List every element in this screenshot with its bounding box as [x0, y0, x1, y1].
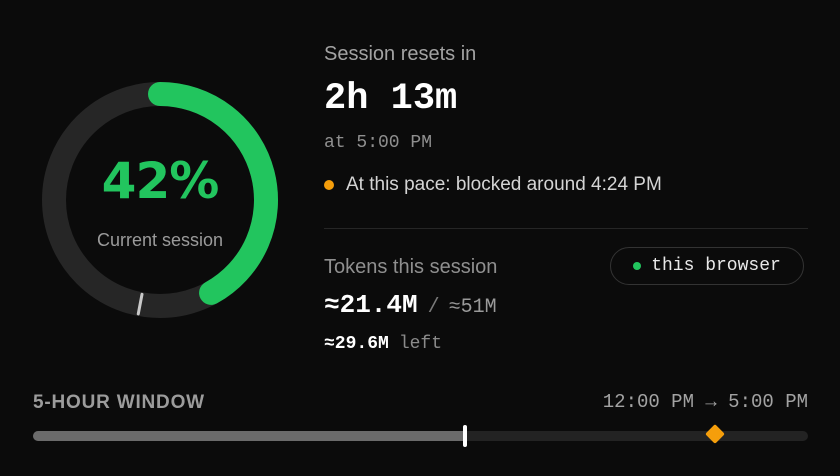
window-range: 12:00 PM → 5:00 PM — [602, 391, 808, 413]
now-marker — [462, 425, 467, 447]
tokens-separator: / — [427, 296, 440, 319]
tokens-left-suffix: left — [398, 334, 443, 354]
window-elapsed-fill — [33, 431, 465, 441]
pace-warning-text: At this pace: blocked around 4:24 PM — [346, 174, 662, 195]
tokens-used: ≈21.4M — [324, 290, 418, 320]
ring-center: 42% Current session — [40, 80, 280, 320]
window-timeline — [33, 424, 808, 447]
tokens-usage: ≈21.4M / ≈51M — [324, 290, 497, 320]
status-dot-icon — [633, 262, 642, 270]
tokens-total: ≈51M — [448, 296, 497, 319]
usage-label: Current session — [96, 230, 224, 250]
browser-badge[interactable]: this browser — [610, 247, 804, 285]
session-resets-label: Session resets in — [324, 43, 477, 65]
browser-badge-text: this browser — [651, 256, 781, 276]
session-resets-at: at 5:00 PM — [324, 133, 433, 153]
usage-percent: 42% — [101, 152, 220, 210]
pace-warning: At this pace: blocked around 4:24 PM — [324, 174, 662, 196]
section-divider — [324, 228, 808, 229]
tokens-remaining: ≈29.6M left — [324, 334, 442, 354]
blocked-marker-icon — [705, 424, 725, 444]
window-label: 5-HOUR WINDOW — [33, 392, 205, 413]
warning-dot-icon — [324, 180, 334, 190]
session-resets-time: 2h 13m — [324, 78, 458, 120]
tokens-label: Tokens this session — [324, 256, 498, 278]
tokens-left-value: ≈29.6M — [324, 334, 389, 354]
usage-ring: 42% Current session — [40, 80, 280, 320]
